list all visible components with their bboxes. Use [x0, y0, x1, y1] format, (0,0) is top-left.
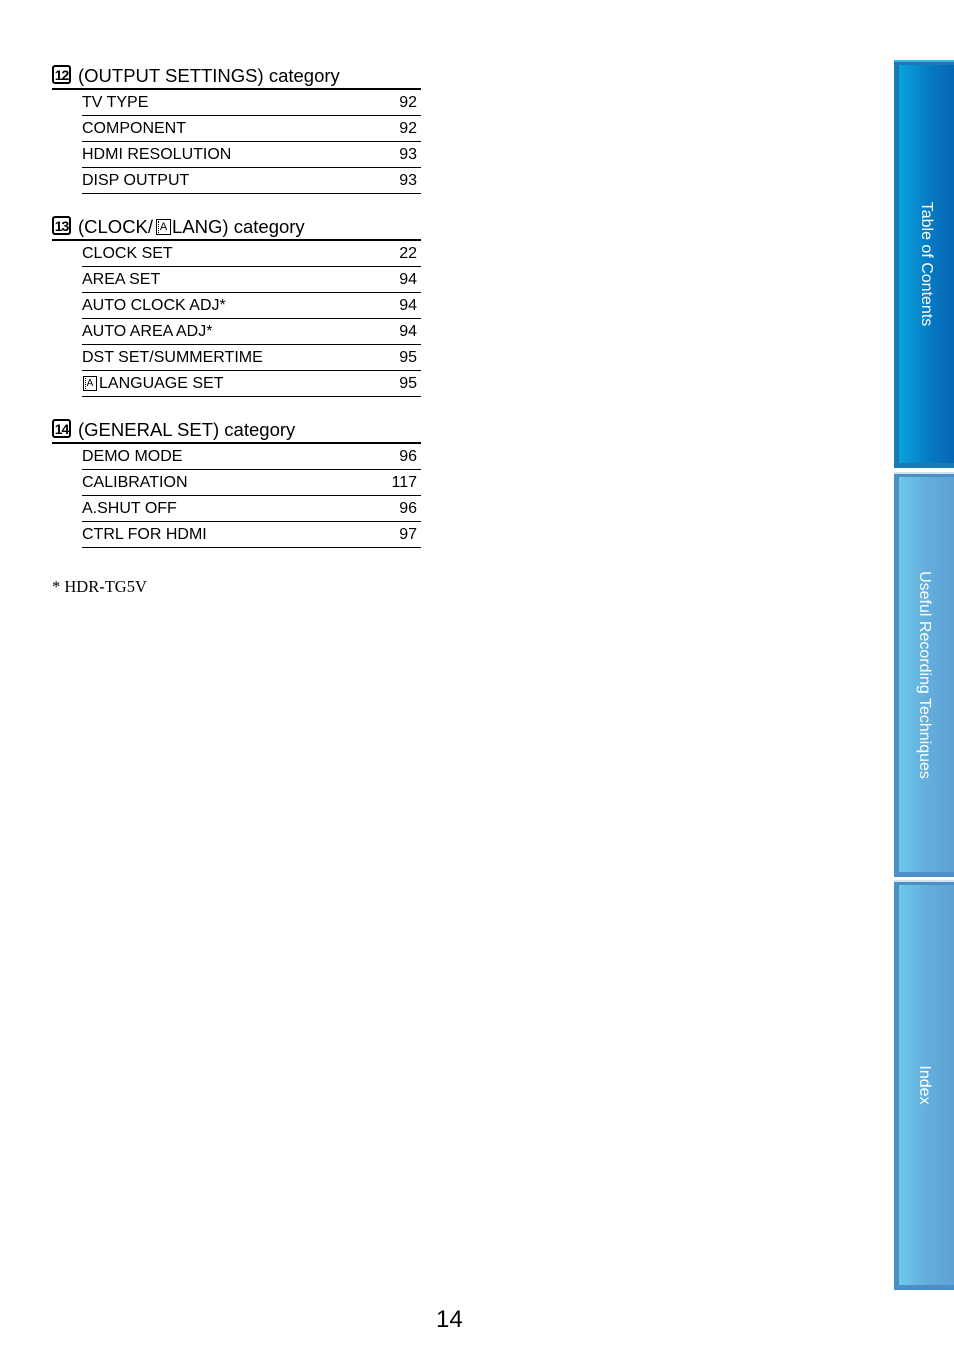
menu-row[interactable]: AUTO CLOCK ADJ* 94	[82, 293, 421, 319]
section-title: (CLOCK/ A LANG) category	[78, 216, 305, 238]
page-reference[interactable]: 93	[399, 146, 417, 164]
page-reference[interactable]: 93	[399, 172, 417, 190]
page-reference[interactable]: 94	[399, 271, 417, 289]
menu-item-label: HDMI RESOLUTION	[82, 145, 232, 163]
page-reference[interactable]: 96	[399, 500, 417, 518]
tab-label: Index	[916, 1065, 933, 1105]
menu-row[interactable]: A.SHUT OFF 96	[82, 496, 421, 522]
menu-row[interactable]: DST SET/SUMMERTIME 95	[82, 345, 421, 371]
menu-row[interactable]: HDMI RESOLUTION 93	[82, 142, 421, 168]
sidebar-nav: Table of Contents Useful Recording Techn…	[894, 60, 954, 1290]
section-header: 12 (OUTPUT SETTINGS) category	[52, 60, 421, 90]
language-icon: A	[156, 219, 172, 235]
menu-item-label: DISP OUTPUT	[82, 171, 190, 189]
menu-item-label: CTRL FOR HDMI	[82, 525, 207, 543]
section-number-badge: 14	[52, 419, 71, 438]
page-reference[interactable]: 95	[399, 349, 417, 367]
tab-index[interactable]: Index	[894, 880, 954, 1290]
menu-item-label: AUTO CLOCK ADJ*	[82, 296, 226, 314]
menu-row[interactable]: DISP OUTPUT 93	[82, 168, 421, 194]
menu-item-label: DST SET/SUMMERTIME	[82, 348, 263, 366]
menu-item-label: DEMO MODE	[82, 447, 183, 465]
section-clock-lang: 13 (CLOCK/ A LANG) category CLOCK SET 22…	[52, 211, 421, 397]
menu-row[interactable]: A LANGUAGE SET 95	[82, 371, 421, 397]
section-number-badge: 12	[52, 65, 71, 84]
menu-item-label: AUTO AREA ADJ*	[82, 322, 213, 340]
menu-row[interactable]: CALIBRATION 117	[82, 470, 421, 496]
section-title-part: LANG) category	[172, 216, 305, 237]
page-reference[interactable]: 97	[399, 526, 417, 544]
section-number-badge: 13	[52, 216, 71, 235]
menu-item-label: CLOCK SET	[82, 244, 173, 262]
menu-item-label: CALIBRATION	[82, 473, 188, 491]
page-reference[interactable]: 95	[399, 375, 417, 393]
footnote: * HDR-TG5V	[52, 577, 147, 596]
language-icon: A	[83, 376, 97, 391]
menu-row[interactable]: DEMO MODE 96	[82, 444, 421, 470]
menu-row[interactable]: AUTO AREA ADJ* 94	[82, 319, 421, 345]
section-general-set: 14 (GENERAL SET) category DEMO MODE 96 C…	[52, 414, 421, 548]
section-header: 13 (CLOCK/ A LANG) category	[52, 211, 421, 241]
section-title: (GENERAL SET) category	[78, 419, 296, 440]
menu-item-label: TV TYPE	[82, 93, 149, 111]
menu-item-label: AREA SET	[82, 270, 161, 288]
page-reference[interactable]: 94	[399, 323, 417, 341]
menu-row[interactable]: CLOCK SET 22	[82, 241, 421, 267]
menu-item-label: A.SHUT OFF	[82, 499, 177, 517]
section-title: (OUTPUT SETTINGS) category	[78, 65, 340, 86]
menu-row[interactable]: CTRL FOR HDMI 97	[82, 522, 421, 548]
page-reference[interactable]: 92	[399, 94, 417, 112]
page-reference[interactable]: 117	[391, 474, 417, 492]
page-reference[interactable]: 92	[399, 120, 417, 138]
menu-item-label: COMPONENT	[82, 119, 186, 137]
tab-useful-recording-techniques[interactable]: Useful Recording Techniques	[894, 472, 954, 877]
page-reference[interactable]: 94	[399, 297, 417, 315]
section-title-part: (CLOCK/	[78, 216, 154, 237]
menu-row[interactable]: TV TYPE 92	[82, 90, 421, 116]
section-header: 14 (GENERAL SET) category	[52, 414, 421, 444]
tab-label: Table of Contents	[918, 201, 935, 327]
page-reference[interactable]: 22	[399, 245, 417, 263]
menu-item-label-with-icon: A LANGUAGE SET	[82, 375, 223, 393]
menu-row[interactable]: AREA SET 94	[82, 267, 421, 293]
tab-table-of-contents[interactable]: Table of Contents	[894, 60, 954, 468]
menu-row[interactable]: COMPONENT 92	[82, 116, 421, 142]
menu-item-label: LANGUAGE SET	[99, 374, 224, 392]
tab-label: Useful Recording Techniques	[916, 570, 933, 779]
settings-list: 12 (OUTPUT SETTINGS) category TV TYPE 92…	[52, 60, 421, 565]
page-reference[interactable]: 96	[399, 448, 417, 466]
section-output-settings: 12 (OUTPUT SETTINGS) category TV TYPE 92…	[52, 60, 421, 194]
page-number: 14	[436, 1306, 463, 1333]
